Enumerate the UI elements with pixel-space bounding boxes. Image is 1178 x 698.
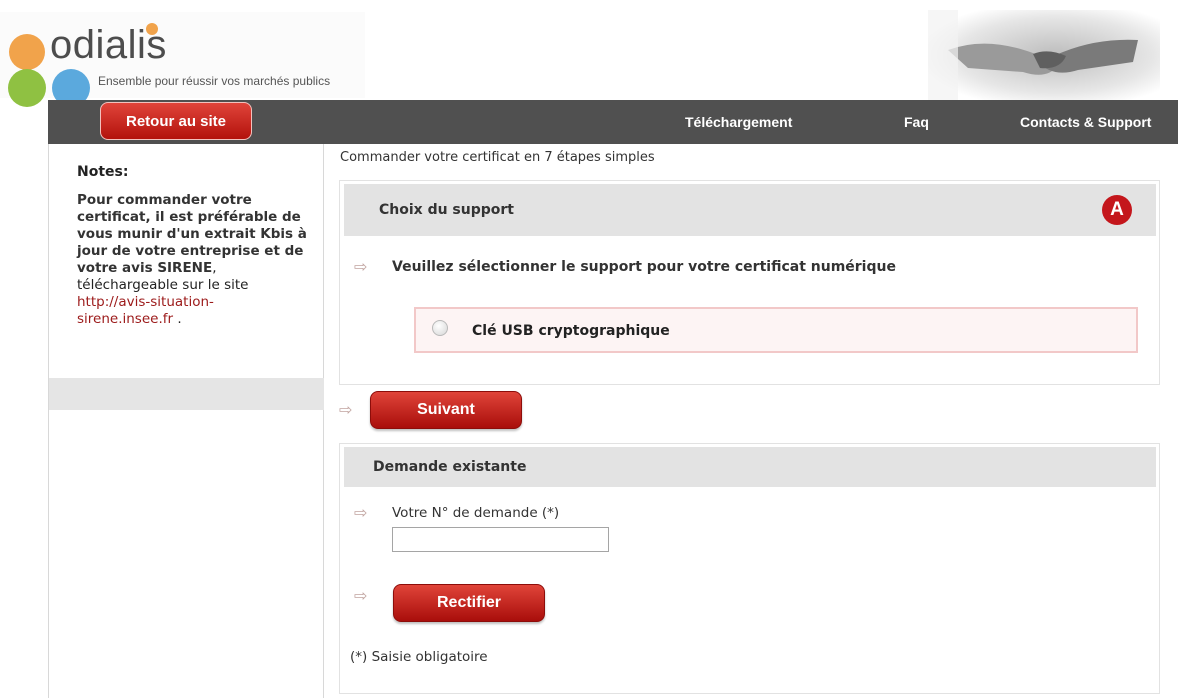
notes-title: Notes: (77, 164, 129, 180)
top-navigation-bar: Retour au site Téléchargement Faq Contac… (48, 100, 1178, 144)
arrow-right-icon: ⇨ (354, 503, 368, 522)
insee-link[interactable]: http://avis-situation-sirene.insee.fr (77, 294, 214, 327)
step-a-badge: A (1102, 195, 1132, 225)
next-button[interactable]: Suivant (370, 391, 522, 429)
existing-request-header: Demande existante (344, 447, 1156, 487)
odialis-logo[interactable]: odialis Ensemble pour réussir vos marché… (0, 12, 365, 107)
logo-tagline: Ensemble pour réussir vos marchés public… (98, 74, 331, 88)
back-to-site-button[interactable]: Retour au site (100, 102, 252, 140)
support-panel-title: Choix du support (379, 202, 514, 218)
arrow-right-icon: ⇨ (354, 257, 368, 276)
handshake-banner-image (928, 10, 1160, 100)
notes-text: Pour commander votre certificat, il est … (77, 192, 309, 328)
arrow-right-icon: ⇨ (354, 586, 368, 605)
notes-bold-text: Pour commander votre certificat, il est … (77, 192, 307, 276)
page: odialis Ensemble pour réussir vos marché… (0, 0, 1178, 698)
support-question: Veuillez sélectionner le support pour vo… (392, 259, 896, 275)
usb-key-option[interactable]: Clé USB cryptographique (414, 307, 1138, 353)
notes-sidebar: Notes: Pour commander votre certificat, … (48, 144, 324, 698)
sidebar-gray-band (49, 378, 324, 410)
support-panel-header: Choix du support (344, 184, 1156, 236)
arrow-right-icon: ⇨ (339, 400, 353, 419)
logo-orange-circle (9, 34, 45, 70)
existing-request-title: Demande existante (373, 459, 527, 475)
nav-link-faq[interactable]: Faq (904, 100, 929, 144)
page-intro: Commander votre certificat en 7 étapes s… (340, 150, 655, 165)
request-number-input[interactable] (392, 527, 609, 552)
logo-brand-text: odialis (50, 23, 167, 67)
usb-key-option-label[interactable]: Clé USB cryptographique (472, 323, 670, 339)
usb-key-radio[interactable] (432, 320, 448, 336)
logo-green-circle (8, 69, 46, 107)
mandatory-note: (*) Saisie obligatoire (350, 649, 488, 665)
notes-end-text: . (173, 311, 182, 327)
request-number-label: Votre N° de demande (*) (392, 505, 560, 521)
nav-link-telechargement[interactable]: Téléchargement (685, 100, 792, 144)
nav-link-contacts-support[interactable]: Contacts & Support (1020, 100, 1151, 144)
rectify-button[interactable]: Rectifier (393, 584, 545, 622)
